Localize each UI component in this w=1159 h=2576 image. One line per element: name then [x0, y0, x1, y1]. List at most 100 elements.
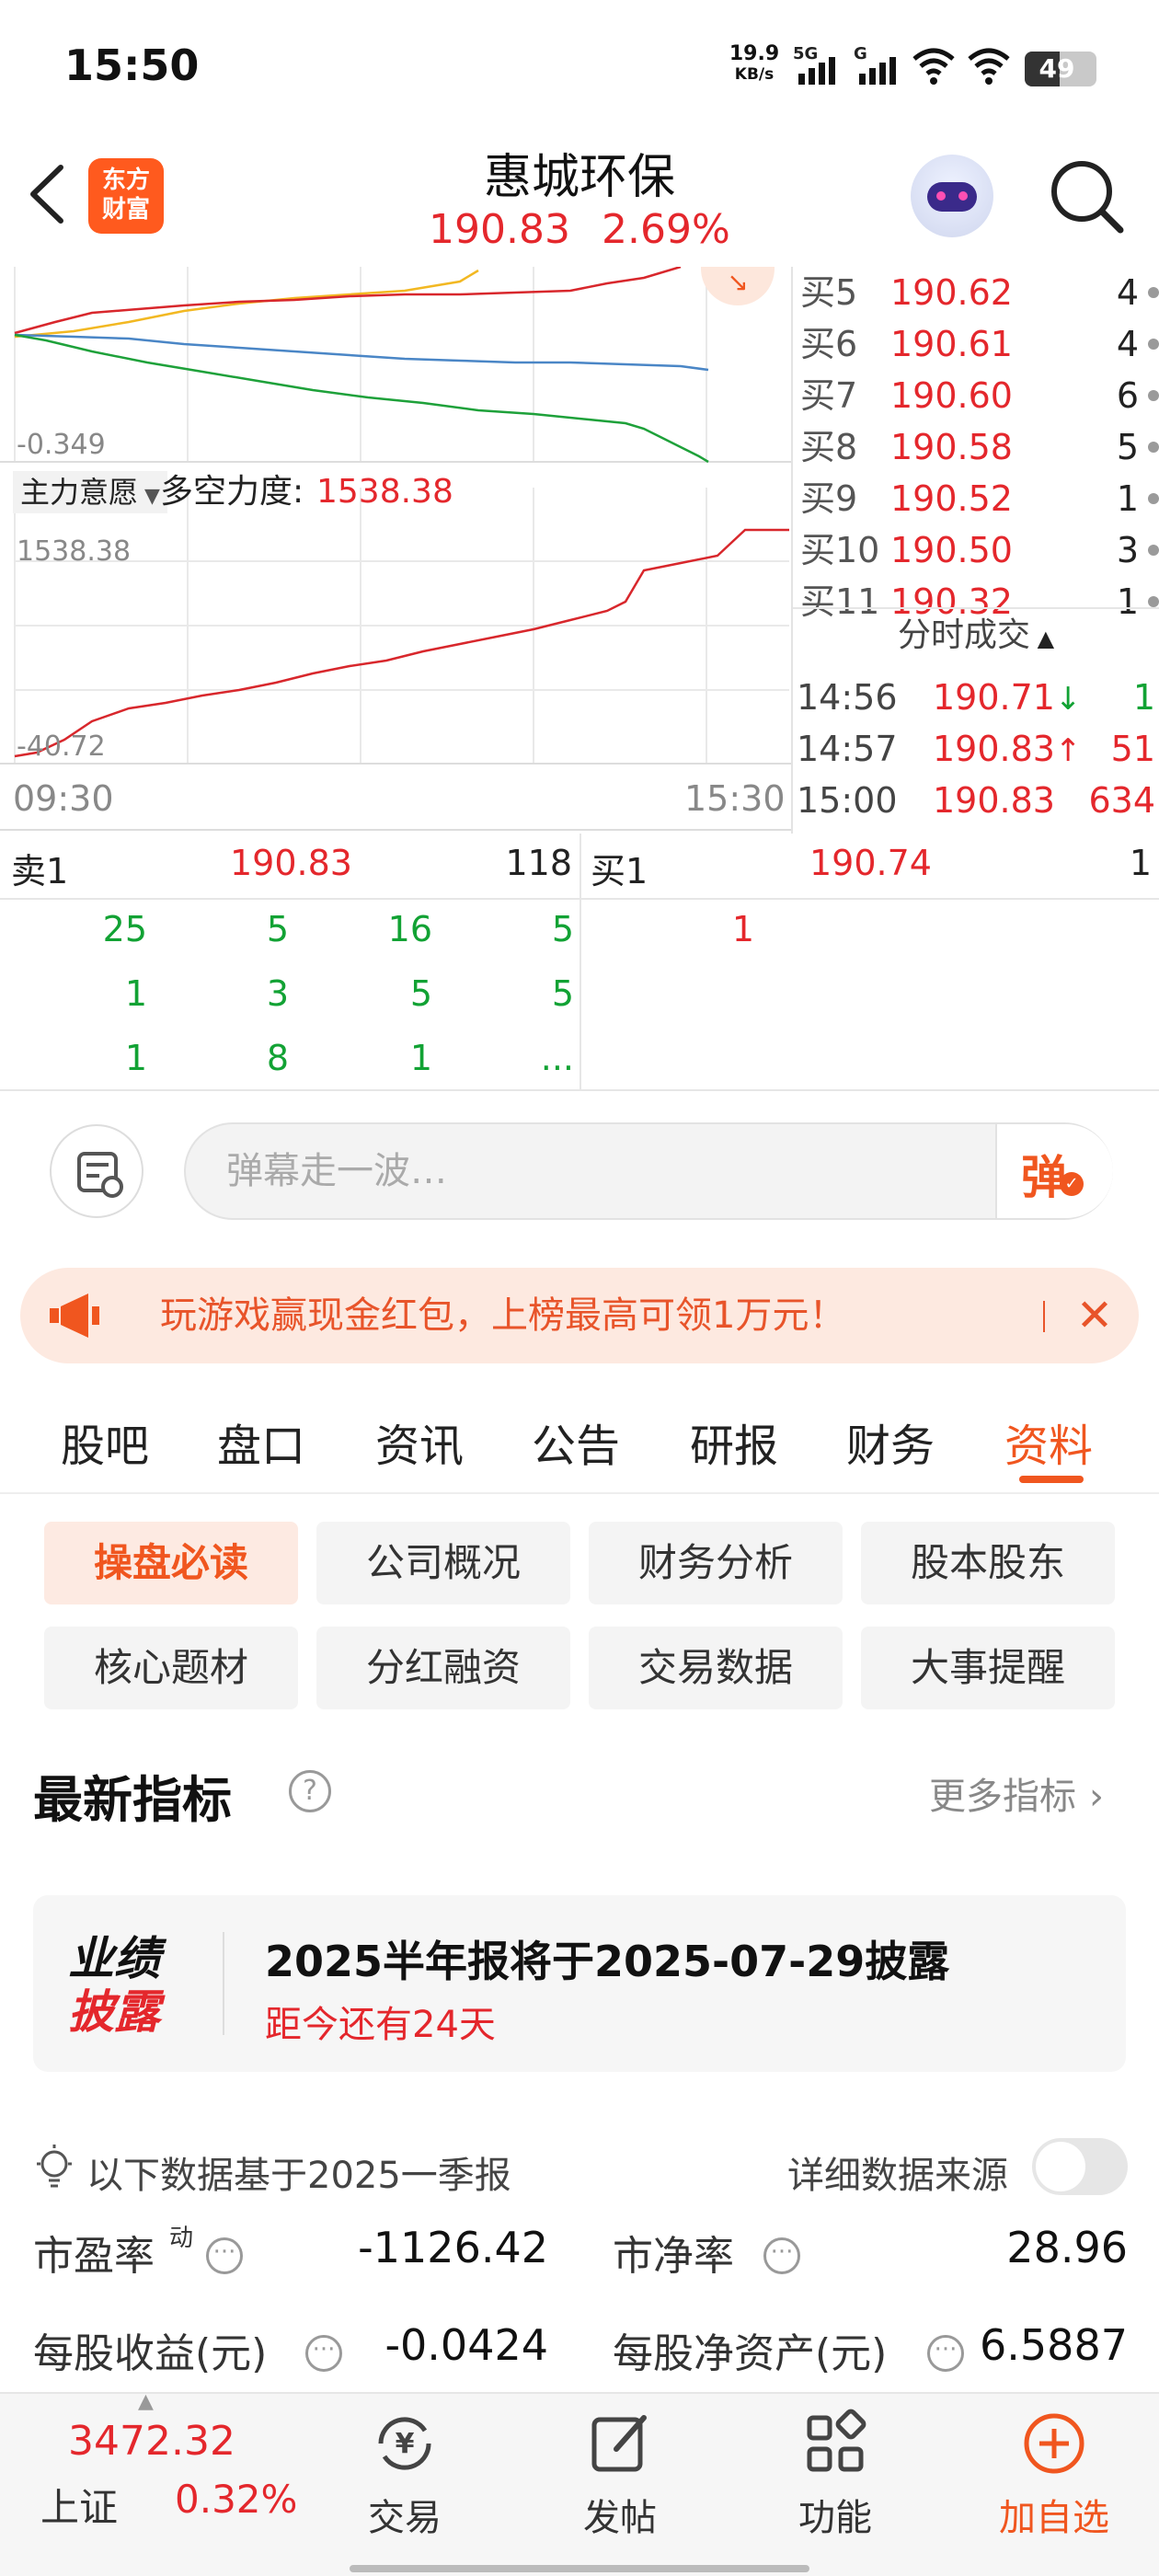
- buy1-price: 190.74: [809, 843, 932, 883]
- metrics-grid: 市盈率 动 ··· -1126.42 市净率 ··· 28.96 每股收益(元)…: [0, 2212, 1159, 2386]
- data-source-label: 详细数据来源: [787, 2155, 1008, 2197]
- trade-row: 15:00 190.83 634: [797, 780, 1155, 821]
- chart2-min-label: -40.72: [17, 730, 106, 763]
- stock-name: 惠城环保: [483, 150, 675, 205]
- back-arrow-icon[interactable]: [24, 162, 70, 226]
- nav-trade[interactable]: ¥ 交易: [350, 2407, 460, 2545]
- signal-g-icon: G: [854, 44, 907, 86]
- subtab-caiwu[interactable]: 财务分析: [589, 1522, 843, 1604]
- subtab-gaikuang[interactable]: 公司概况: [316, 1522, 570, 1604]
- bottom-nav: ▲ 3472.32 上证 0.32% ¥ 交易 发帖 功能 加自选: [0, 2390, 1159, 2576]
- time-end: 15:30: [684, 778, 786, 819]
- section-header: 最新指标 ? 更多指标 ›: [0, 1754, 1159, 1829]
- close-icon[interactable]: ✕: [1065, 1286, 1124, 1345]
- order-book: 买5 190.62 4 买6 190.61 4 买7 190.60 6 买8 1…: [793, 267, 1159, 622]
- nav-functions[interactable]: 功能: [780, 2407, 890, 2545]
- subtab-ticai[interactable]: 核心题材: [44, 1627, 298, 1709]
- more-metrics-link[interactable]: 更多指标 ›: [929, 1766, 1104, 1820]
- help-icon[interactable]: ?: [289, 1770, 331, 1812]
- queue-row: 1: [731, 909, 754, 949]
- tab-ziliao[interactable]: 资料: [1004, 1409, 1093, 1474]
- tab-zixun[interactable]: 资讯: [375, 1409, 464, 1474]
- section-title: 最新指标: [33, 1771, 232, 1829]
- promo-banner[interactable]: 玩游戏赢现金红包，上榜最高可领1万元！ ✕: [20, 1268, 1139, 1363]
- subtab-fenhong[interactable]: 分红融资: [316, 1627, 570, 1709]
- megaphone-icon: [50, 1294, 99, 1338]
- plus-circle-icon: [1024, 2413, 1084, 2474]
- metric-bvps: 每股净资产(元) ··· 6.5887: [613, 2320, 1128, 2377]
- chart1-min-label: -0.349: [17, 429, 106, 461]
- intraday-charts: ↘ -0.349 主力意愿 ▼ 多空力度: 1538.38 1538.38 -4…: [0, 267, 791, 834]
- indicator-value: 1538.38: [316, 473, 453, 511]
- tab-guba[interactable]: 股吧: [61, 1409, 149, 1474]
- search-icon[interactable]: [1047, 156, 1126, 236]
- earnings-countdown: 距今还有24天: [265, 2004, 496, 2046]
- danmu-send-button[interactable]: 弹 ✓: [997, 1124, 1113, 1218]
- index-widget[interactable]: ▲ 3472.32 上证 0.32%: [0, 2390, 331, 2550]
- info-icon[interactable]: ···: [206, 2237, 243, 2274]
- info-icon[interactable]: ···: [305, 2335, 342, 2372]
- order-queue: 卖1 190.83 118 买1 190.74 1 25 5 16 5 1 3 …: [0, 834, 1159, 1091]
- caret-up-icon: ▲: [138, 2390, 154, 2413]
- tab-gonggao[interactable]: 公告: [532, 1409, 620, 1474]
- tab-active-indicator: [1019, 1476, 1084, 1483]
- lightbulb-icon: [37, 2145, 72, 2188]
- tab-pankou[interactable]: 盘口: [217, 1409, 305, 1474]
- subtab-guben[interactable]: 股本股东: [861, 1522, 1115, 1604]
- chevron-down-icon: ▼: [138, 485, 160, 508]
- robot-avatar[interactable]: [911, 155, 993, 237]
- danmu-input[interactable]: 弹幕走一波… 弹 ✓: [184, 1122, 1113, 1220]
- danmu-settings-button[interactable]: [50, 1124, 143, 1218]
- index-name: 上证: [40, 2485, 119, 2530]
- caret-up-icon: ▲: [1029, 626, 1055, 651]
- subtab-caopan[interactable]: 操盘必读: [44, 1522, 298, 1604]
- buy1-label: 买1: [591, 851, 648, 891]
- eastmoney-logo[interactable]: 东方 财富: [88, 158, 164, 234]
- metric-pb: 市净率 ··· 28.96: [613, 2223, 1128, 2280]
- order-row: 买6 190.61 4: [800, 318, 1159, 370]
- trade-row: 14:56 190.71↓ 1: [797, 677, 1155, 718]
- order-row: 买8 190.58 5: [800, 421, 1159, 473]
- sell1-vol: 118: [505, 843, 572, 883]
- buy1-vol: 1: [1129, 843, 1152, 883]
- sell1-price: 190.83: [230, 843, 352, 883]
- data-source-toggle[interactable]: [1032, 2138, 1128, 2195]
- stock-header: 东方 财富 惠城环保 190.83 2.69%: [0, 138, 1159, 267]
- chart2-max-label: 1538.38: [17, 535, 132, 568]
- metric-pe: 市盈率 动 ··· -1126.42: [33, 2223, 548, 2280]
- indicator-dropdown[interactable]: 主力意愿 ▼: [13, 471, 167, 513]
- index-value: 3472.32: [68, 2418, 235, 2465]
- trade-row: 14:57 190.83↑ 51: [797, 729, 1155, 769]
- status-bar: 15:50 19.9 KB/s 5G G 49: [0, 0, 1159, 138]
- wifi-icon: [912, 48, 955, 85]
- queue-row: 1 8 1 ...: [124, 1038, 574, 1078]
- data-basis-row: 以下数据基于2025一季报 详细数据来源: [0, 2136, 1159, 2197]
- tab-yanbao[interactable]: 研报: [690, 1409, 778, 1474]
- trades-panel: 分时成交 ▲ 14:56 190.71↓ 1 14:57 190.83↑ 51 …: [793, 607, 1159, 834]
- sell1-label: 卖1: [11, 851, 69, 891]
- stock-price: 190.83: [429, 206, 570, 253]
- nav-add-watchlist[interactable]: 加自选: [981, 2407, 1128, 2545]
- subtab-grid: 操盘必读 公司概况 财务分析 股本股东 核心题材 分红融资 交易数据 大事提醒: [0, 1522, 1159, 1715]
- metric-eps: 每股收益(元) ··· -0.0424: [33, 2320, 548, 2377]
- tab-caiwu[interactable]: 财务: [846, 1409, 935, 1474]
- wifi-icon: [968, 48, 1010, 85]
- earnings-card[interactable]: 业绩 披露 2025半年报将于2025-07-29披露 距今还有24天: [33, 1895, 1126, 2072]
- index-change: 0.32%: [175, 2477, 298, 2522]
- yen-cycle-icon: ¥: [378, 2417, 431, 2470]
- order-row: 买10 190.50 3: [800, 524, 1159, 576]
- signal-5g-icon: 5G: [793, 44, 846, 86]
- danmu-settings-icon: [77, 1152, 123, 1198]
- info-icon[interactable]: ···: [763, 2237, 800, 2274]
- stock-change: 2.69%: [602, 206, 730, 253]
- banner-text: 玩游戏赢现金红包，上榜最高可领1万元！: [160, 1294, 846, 1337]
- trades-header[interactable]: 分时成交 ▲: [793, 613, 1159, 661]
- svg-text:¥: ¥: [396, 2428, 415, 2460]
- order-row: 买7 190.60 6: [800, 370, 1159, 421]
- info-icon[interactable]: ···: [927, 2335, 964, 2372]
- subtab-jiaoyi[interactable]: 交易数据: [589, 1627, 843, 1709]
- nav-post[interactable]: 发帖: [565, 2407, 675, 2545]
- danmu-bar: 弹幕走一波… 弹 ✓: [0, 1091, 1159, 1248]
- queue-row: 1 3 5 5: [124, 973, 574, 1014]
- subtab-dashi[interactable]: 大事提醒: [861, 1627, 1115, 1709]
